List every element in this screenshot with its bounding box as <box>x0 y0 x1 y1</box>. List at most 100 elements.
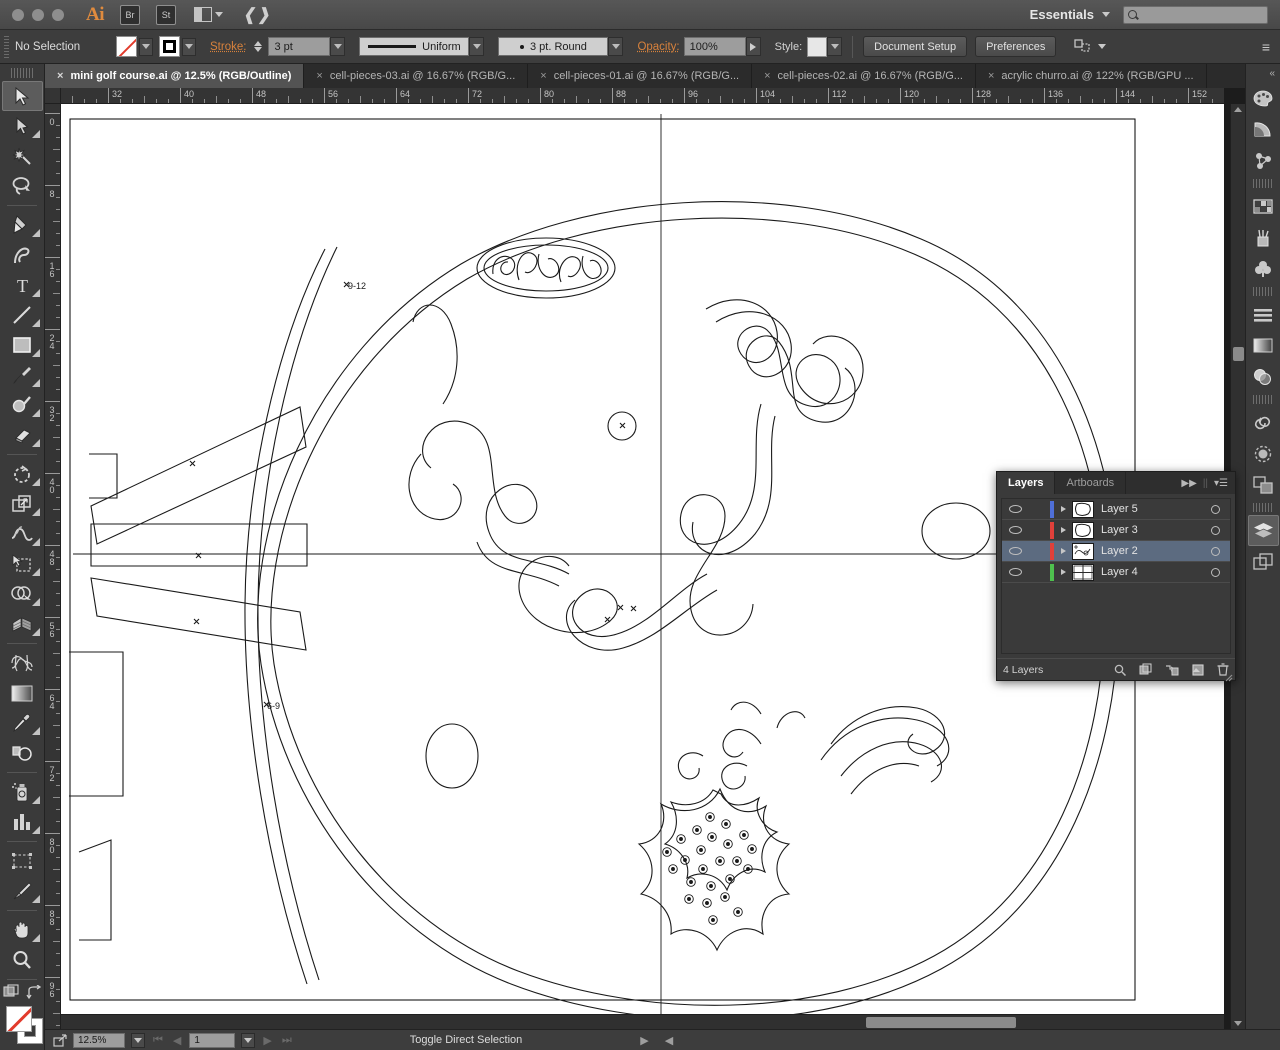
layer-visibility-toggle[interactable] <box>1002 526 1028 534</box>
document-tab[interactable]: × cell-pieces-03.ai @ 16.67% (RGB/G... <box>304 64 529 88</box>
stroke-swatch[interactable] <box>159 36 180 57</box>
minimize-window-button[interactable] <box>32 8 44 21</box>
layers-panel-icon[interactable] <box>1247 515 1279 546</box>
scroll-down-icon[interactable] <box>1234 1021 1242 1026</box>
brushes-panel-icon[interactable] <box>1248 222 1279 253</box>
document-tab[interactable]: × acrylic churro.ai @ 122% (RGB/GPU ... <box>976 64 1207 88</box>
artboard-number-input[interactable]: 1 <box>189 1032 236 1048</box>
locate-object-icon[interactable] <box>1114 664 1126 676</box>
align-panel-icon[interactable] <box>1248 299 1279 330</box>
hand-tool[interactable] <box>2 915 43 945</box>
perspective-grid-tool[interactable] <box>2 609 43 639</box>
layers-panel[interactable]: Layers Artboards ▶▶ || ▾☰ Layer 5 Layer … <box>996 471 1236 682</box>
control-bar-grip[interactable] <box>4 35 9 58</box>
zoom-tool[interactable] <box>2 945 43 975</box>
stroke-label[interactable]: Stroke: <box>210 41 246 53</box>
layer-disclosure-triangle[interactable] <box>1054 527 1072 533</box>
document-tab[interactable]: × mini golf course.ai @ 12.5% (RGB/Outli… <box>45 64 305 88</box>
close-tab-icon[interactable]: × <box>540 70 546 82</box>
horizontal-scrollbar[interactable] <box>61 1014 1224 1029</box>
expand-panels-button[interactable]: « <box>1246 66 1280 83</box>
layer-row[interactable]: Layer 2 <box>1002 541 1230 562</box>
free-transform-tool[interactable] <box>2 549 43 579</box>
next-artboard-button[interactable]: ▶ <box>261 1034 273 1047</box>
close-tab-icon[interactable]: × <box>57 70 63 82</box>
stroke-weight-dropdown-button[interactable] <box>330 37 346 56</box>
layer-name[interactable]: Layer 2 <box>1101 545 1200 557</box>
fill-dropdown-button[interactable] <box>139 37 153 56</box>
scale-tool[interactable] <box>2 489 43 519</box>
layer-row[interactable]: Layer 3 <box>1002 520 1230 541</box>
close-tab-icon[interactable]: × <box>764 70 770 82</box>
width-tool[interactable] <box>2 519 43 549</box>
opacity-label[interactable]: Opacity: <box>637 41 679 53</box>
zoom-level-input[interactable]: 12.5% <box>73 1032 125 1048</box>
artboard-tool[interactable] <box>2 846 43 876</box>
shaper-tool[interactable] <box>2 390 43 420</box>
fill-color-box[interactable] <box>5 1006 32 1032</box>
stroke-weight-stepper[interactable] <box>254 41 264 52</box>
column-graph-tool[interactable] <box>2 807 43 837</box>
swap-fill-stroke-icon[interactable] <box>26 984 41 1000</box>
tab-artboards[interactable]: Artboards <box>1055 472 1127 494</box>
fill-control[interactable] <box>116 36 153 57</box>
color-guide-panel-icon[interactable] <box>1248 114 1279 145</box>
horizontal-scroll-thumb[interactable] <box>866 1017 1016 1028</box>
change-screen-mode-icon[interactable] <box>3 984 20 1000</box>
layer-name[interactable]: Layer 3 <box>1101 524 1200 536</box>
layers-footer-buttons[interactable] <box>1114 663 1229 676</box>
create-new-layer-icon[interactable] <box>1192 663 1204 676</box>
magic-wand-tool[interactable] <box>2 141 43 171</box>
close-tab-icon[interactable]: × <box>316 70 322 82</box>
last-artboard-button[interactable]: ⏭ <box>280 1034 294 1047</box>
stroke-weight-input[interactable]: 3 pt <box>268 37 331 56</box>
arrange-documents-button[interactable] <box>194 7 223 22</box>
fill-swatch[interactable] <box>116 36 137 57</box>
brush-dropdown-button[interactable] <box>608 37 624 56</box>
blend-tool[interactable] <box>2 738 43 768</box>
document-tab[interactable]: × cell-pieces-01.ai @ 16.67% (RGB/G... <box>528 64 753 88</box>
opacity-input[interactable]: 100% <box>683 37 746 56</box>
search-input[interactable] <box>1123 5 1268 24</box>
dock-group-grip[interactable] <box>1253 503 1273 512</box>
symbol-sprayer-tool[interactable] <box>2 777 43 807</box>
layer-target-indicator[interactable] <box>1200 567 1230 577</box>
layer-visibility-toggle[interactable] <box>1002 505 1028 513</box>
first-artboard-button[interactable]: ⏮ <box>151 1034 165 1047</box>
line-segment-tool[interactable] <box>2 300 43 330</box>
vertical-ruler[interactable]: 081624324048566472808896 <box>45 104 61 1029</box>
horizontal-ruler[interactable]: 32 40 48 56 64 72 80 88 96 104 112 120 128 136 144 152 <box>61 88 1224 104</box>
pen-tool[interactable] <box>2 210 43 240</box>
gradient-tool[interactable] <box>2 678 43 708</box>
libraries-panel-icon[interactable] <box>1248 407 1279 438</box>
layer-disclosure-triangle[interactable] <box>1054 569 1072 575</box>
vertical-scroll-thumb[interactable] <box>1233 347 1244 361</box>
swatches-panel-icon[interactable] <box>1248 191 1279 222</box>
lasso-tool[interactable] <box>2 171 43 201</box>
appearance-panel-icon[interactable] <box>1248 438 1279 469</box>
layer-visibility-toggle[interactable] <box>1002 568 1028 576</box>
eyedropper-tool[interactable] <box>2 708 43 738</box>
artboards-dock-icon[interactable] <box>1248 469 1279 500</box>
maximize-window-button[interactable] <box>52 8 64 21</box>
ruler-origin-corner[interactable] <box>45 88 61 104</box>
collapse-to-icons-icon[interactable]: ▶▶ <box>1181 478 1196 489</box>
scroll-left-icon[interactable]: ◀ <box>663 1034 675 1047</box>
layers-panel-header-controls[interactable]: ▶▶ || ▾☰ <box>1181 472 1235 494</box>
tab-layers[interactable]: Layers <box>997 472 1056 494</box>
graphic-style-swatch[interactable] <box>807 36 828 57</box>
layer-disclosure-triangle[interactable] <box>1054 506 1072 512</box>
brush-definition-select[interactable]: 3 pt. Round <box>498 37 609 56</box>
dock-group-grip[interactable] <box>1253 395 1273 404</box>
layer-name[interactable]: Layer 5 <box>1101 503 1200 515</box>
slice-tool[interactable] <box>2 876 43 906</box>
panel-resize-handle[interactable] <box>1224 669 1233 682</box>
direct-selection-tool[interactable] <box>2 111 43 141</box>
make-clipping-mask-icon[interactable] <box>1139 663 1152 676</box>
graphic-style-dropdown-button[interactable] <box>827 37 843 56</box>
layer-name[interactable]: Layer 4 <box>1101 566 1200 578</box>
create-new-sublayer-icon[interactable] <box>1165 664 1179 676</box>
document-tab[interactable]: × cell-pieces-02.ai @ 16.67% (RGB/G... <box>752 64 976 88</box>
panel-menu-icon[interactable]: ▾☰ <box>1214 478 1228 489</box>
document-setup-button[interactable]: Document Setup <box>863 36 968 57</box>
